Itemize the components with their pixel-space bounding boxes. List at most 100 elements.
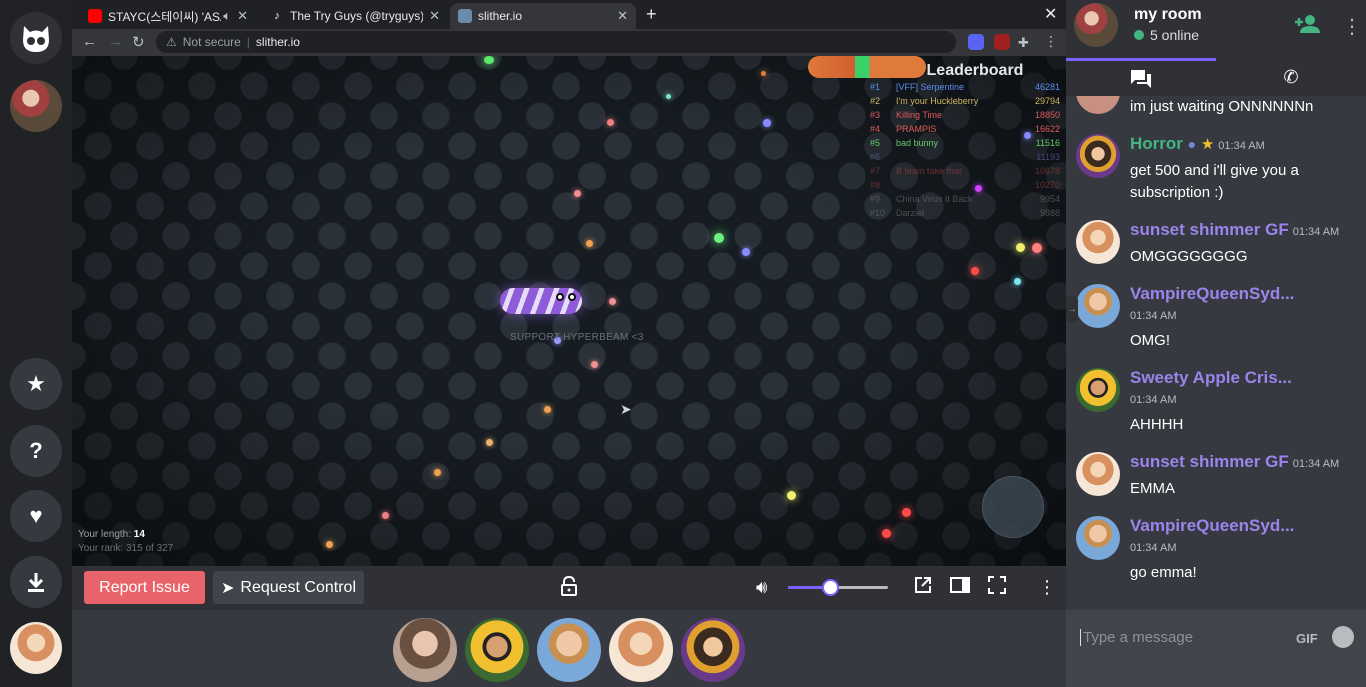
volume-knob[interactable]	[822, 579, 839, 596]
food-orb	[609, 298, 616, 305]
food-orb	[591, 361, 598, 368]
app-logo-icon[interactable]	[10, 12, 62, 64]
leaderboard-row: #3 Killing Time 18850	[870, 108, 1060, 122]
user-avatar[interactable]	[10, 622, 62, 674]
download-icon[interactable]	[10, 556, 62, 608]
food-orb	[1016, 243, 1025, 252]
extension-icon[interactable]	[968, 34, 984, 50]
ublock-icon[interactable]	[994, 34, 1010, 50]
viewer-avatar[interactable]	[393, 618, 457, 682]
message-author: Sweety Apple Cris...	[1130, 368, 1292, 388]
leaderboard-name: Killing Time	[896, 110, 943, 120]
address-separator: |	[246, 35, 250, 49]
length-label: Your length:	[78, 529, 132, 540]
message-list: im just waiting ONNNNNNn Horror ● ★ 01:34…	[1066, 96, 1366, 610]
online-dot-icon	[1134, 30, 1144, 40]
food-orb	[484, 56, 494, 64]
browser-tab-strip: STAYC(스테이씨) 'ASAP 🔈︎ ✕ ♪ The Try Guys (@…	[72, 0, 1066, 29]
sidebar-toggle-icon[interactable]	[950, 576, 970, 599]
fullscreen-icon[interactable]	[988, 576, 1006, 599]
new-tab-icon[interactable]: +	[646, 4, 657, 25]
leaderboard-name: B team take that	[896, 166, 962, 176]
menu-dots-icon[interactable]: ⋮	[1044, 33, 1058, 50]
leaderboard-row: #7 B team take that 10678	[870, 164, 1060, 178]
leaderboard-name: I'm your Huckleberry	[896, 96, 979, 106]
viewer-avatar[interactable]	[681, 618, 745, 682]
viewer-avatar[interactable]	[609, 618, 673, 682]
youtube-icon	[88, 9, 102, 23]
leaderboard-rank: #9	[870, 194, 881, 204]
food-orb	[882, 529, 891, 538]
collapse-arrow-icon[interactable]: →	[1066, 296, 1078, 322]
message-avatar	[1076, 96, 1120, 114]
chat-bubble-icon	[1131, 69, 1151, 88]
volume-icon[interactable]: 🔊︎	[756, 576, 767, 598]
close-window-icon[interactable]: ✕	[1044, 4, 1057, 24]
discord-icon: ●	[1187, 136, 1197, 152]
food-orb	[486, 439, 493, 446]
back-icon[interactable]: ←	[82, 33, 97, 50]
viewer-avatar[interactable]	[465, 618, 529, 682]
reload-icon[interactable]: ↻	[132, 33, 145, 51]
message-time: 01:34 AM	[1130, 310, 1177, 322]
close-tab-icon[interactable]: ✕	[237, 8, 248, 24]
browser-tab[interactable]: STAYC(스테이씨) 'ASAP 🔈︎ ✕	[80, 3, 256, 29]
message-time: 01:34 AM	[1218, 140, 1265, 152]
emoji-icon[interactable]	[1332, 626, 1354, 648]
request-control-button[interactable]: ➤ Request Control	[213, 571, 364, 604]
message-avatar	[1076, 368, 1120, 412]
room-avatar[interactable]	[10, 80, 62, 132]
browser-tab-active[interactable]: slither.io ✕	[450, 3, 636, 29]
gif-button[interactable]: GIF	[1296, 631, 1318, 646]
food-orb	[666, 94, 671, 99]
warning-icon: ⚠	[166, 35, 177, 49]
request-control-label: Request Control	[240, 578, 357, 596]
game-canvas[interactable]: SUPPORT HYPERBEAM <3 Leaderboard #1 [VFF]…	[72, 56, 1066, 566]
viewer-avatar[interactable]	[537, 618, 601, 682]
leaderboard-rank: #6	[870, 152, 881, 162]
close-tab-icon[interactable]: ✕	[617, 8, 628, 24]
browser-tab[interactable]: ♪ The Try Guys (@tryguys) ✕	[262, 3, 448, 29]
leaderboard-rank: #4	[870, 124, 881, 134]
food-orb	[382, 512, 389, 519]
food-orb	[714, 233, 724, 243]
author-name: Horror	[1130, 134, 1183, 153]
leaderboard-rank: #8	[870, 180, 881, 190]
star-icon[interactable]: ★	[10, 358, 62, 410]
message-composer[interactable]: Type a message GIF	[1066, 610, 1366, 687]
heart-icon[interactable]: ♥	[10, 490, 62, 542]
leaderboard-rank: #5	[870, 138, 881, 148]
leaderboard-score: 18850	[1034, 110, 1060, 120]
food-orb	[607, 119, 614, 126]
tab-call[interactable]: ✆	[1216, 58, 1366, 96]
open-external-icon[interactable]	[914, 576, 932, 599]
address-bar[interactable]: ⚠ Not secure | slither.io	[156, 31, 956, 53]
chat-panel: my room 5 online ⋮ ✆ im just waiting ONN…	[1066, 0, 1366, 687]
message-text: AHHHH	[1130, 416, 1184, 433]
tab-title: The Try Guys (@tryguys)	[290, 9, 424, 23]
close-tab-icon[interactable]: ✕	[429, 8, 440, 24]
message-text: OMG!	[1130, 332, 1170, 349]
star-icon: ★	[1200, 136, 1215, 153]
volume-slider[interactable]	[788, 579, 888, 596]
message-text: OMGGGGGGGG	[1130, 248, 1248, 265]
lock-icon[interactable]	[560, 575, 578, 601]
shared-browser: STAYC(스테이씨) 'ASAP 🔈︎ ✕ ♪ The Try Guys (@…	[72, 0, 1066, 566]
puzzle-icon[interactable]: ✚	[1018, 35, 1029, 51]
leaderboard-rank: #7	[870, 166, 881, 176]
more-options-icon[interactable]: ⋮	[1342, 14, 1362, 39]
message-author: VampireQueenSyd...	[1130, 516, 1294, 536]
leaderboard-rank: #3	[870, 110, 881, 120]
food-orb	[1032, 243, 1042, 253]
forward-icon[interactable]: →	[108, 33, 123, 50]
add-user-icon[interactable]	[1294, 14, 1320, 40]
help-icon[interactable]: ?	[10, 425, 62, 477]
message-input[interactable]: Type a message	[1080, 629, 1193, 646]
author-name: Sweety Apple Cris...	[1130, 368, 1292, 387]
report-issue-button[interactable]: Report Issue	[84, 571, 205, 604]
tab-chat[interactable]	[1066, 58, 1216, 96]
more-options-icon[interactable]: ⋮	[1038, 576, 1056, 598]
online-status: 5 online	[1134, 27, 1199, 43]
security-label: Not secure	[182, 35, 241, 49]
control-bar: Report Issue ➤ Request Control 🔊︎ ⋮	[72, 566, 1066, 610]
